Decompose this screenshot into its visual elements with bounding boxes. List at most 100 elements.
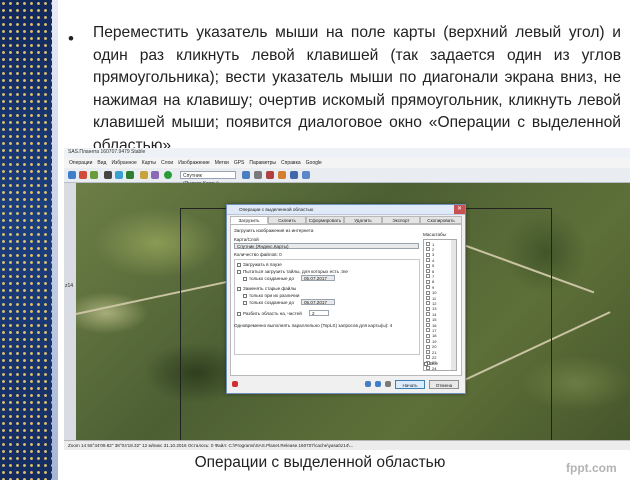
zoom-checkbox[interactable] bbox=[426, 247, 430, 252]
map-type-icon[interactable] bbox=[164, 171, 172, 179]
zoom-checkbox[interactable] bbox=[426, 269, 430, 273]
menu-item[interactable]: Метки bbox=[215, 160, 229, 166]
cancel-button[interactable]: Отмена bbox=[429, 380, 459, 389]
zoom-label: 2 bbox=[432, 246, 435, 252]
menu-item[interactable]: Изображение bbox=[178, 160, 210, 166]
gps-icon[interactable] bbox=[126, 171, 134, 179]
zoom-checkbox[interactable] bbox=[426, 290, 430, 295]
select-all-checkbox[interactable] bbox=[424, 362, 428, 366]
if-different-checkbox[interactable] bbox=[243, 294, 247, 298]
only-created-2-checkbox[interactable] bbox=[243, 301, 247, 305]
zoom-checkbox[interactable] bbox=[426, 285, 430, 290]
layers-icon[interactable] bbox=[242, 171, 250, 179]
zoom-label: 22 bbox=[432, 354, 437, 360]
split-stepper[interactable]: 2 bbox=[309, 310, 329, 316]
save-icon[interactable] bbox=[140, 171, 148, 179]
menu-item[interactable]: Вид bbox=[97, 160, 106, 166]
navigation-icon[interactable] bbox=[302, 171, 310, 179]
save-icon[interactable] bbox=[375, 381, 381, 387]
tab-generate[interactable]: Сформировать bbox=[306, 216, 344, 224]
zoom-checkbox[interactable] bbox=[426, 317, 430, 322]
tab-delete[interactable]: Удалить bbox=[344, 216, 382, 224]
menu-item[interactable]: Google bbox=[306, 160, 322, 166]
tab-stitch[interactable]: Склеить bbox=[268, 216, 306, 224]
zoom-label: 5 bbox=[432, 263, 435, 269]
instruction-text: Переместить указатель мыши на поле карты… bbox=[93, 24, 621, 154]
zoom-checkbox[interactable] bbox=[426, 323, 430, 327]
tab-copy[interactable]: Скопировать bbox=[420, 216, 462, 224]
app-screenshot: SAS.Планета 160707.9479 Stable Операции В… bbox=[64, 148, 630, 450]
zoom-checkbox[interactable] bbox=[426, 263, 430, 268]
zoom-checkbox[interactable] bbox=[426, 350, 430, 354]
status-bar: Zoom 14 56°34'09.82" 38°04'18.32" 12 м/п… bbox=[64, 440, 630, 450]
date-picker-1[interactable]: 05.07.2017 bbox=[301, 275, 335, 281]
move-icon[interactable] bbox=[68, 171, 76, 179]
dot-pattern bbox=[0, 0, 58, 480]
zoom-label: 3 bbox=[432, 252, 435, 258]
zoom-checkbox[interactable] bbox=[426, 355, 430, 360]
tab-export[interactable]: Экспорт bbox=[382, 216, 420, 224]
dialog-footer: Начать Отмена bbox=[227, 376, 465, 393]
zoom-icon[interactable] bbox=[104, 171, 112, 179]
zoom-list[interactable]: 1 2 3 4 5 6 7 8 9 10 11 12 13 14 15 16 17 18 19 20 21 22 23 24 bbox=[423, 239, 457, 371]
retry-checkbox[interactable] bbox=[237, 270, 241, 274]
globe-icon[interactable] bbox=[115, 171, 123, 179]
split-checkbox[interactable] bbox=[237, 312, 241, 316]
zoom-checkbox[interactable] bbox=[426, 366, 430, 371]
zoom-checkbox[interactable] bbox=[426, 328, 430, 333]
load-label: Загрузить изображения из интернета bbox=[234, 228, 314, 233]
cursor-icon[interactable] bbox=[290, 171, 298, 179]
zoom-checkbox[interactable] bbox=[426, 344, 430, 349]
ruler-icon[interactable] bbox=[79, 171, 87, 179]
zoom-checkbox[interactable] bbox=[426, 242, 430, 246]
zoom-checkbox[interactable] bbox=[426, 279, 430, 284]
menu-item[interactable]: Слои bbox=[161, 160, 173, 166]
replace-checkbox[interactable] bbox=[237, 287, 241, 291]
split-label: Разбить область на, частей bbox=[243, 311, 302, 316]
menu-item[interactable]: Справка bbox=[281, 160, 301, 166]
zoom-label: 11 bbox=[432, 295, 437, 301]
zoom-checkbox[interactable] bbox=[426, 258, 430, 263]
menu-item[interactable]: Карты bbox=[142, 160, 156, 166]
zoom-label: 8 bbox=[432, 279, 435, 285]
zoom-checkbox[interactable] bbox=[426, 339, 430, 344]
zoom-checkbox[interactable] bbox=[426, 333, 430, 338]
open-icon[interactable] bbox=[385, 381, 391, 387]
map-layer-select[interactable]: Спутник (Яндекс.Карты) bbox=[234, 243, 419, 249]
menu-item[interactable]: GPS bbox=[234, 160, 245, 166]
mark-icon[interactable] bbox=[151, 171, 159, 179]
zoom-checkbox[interactable] bbox=[426, 296, 430, 300]
zoom-label: 24 bbox=[432, 365, 437, 371]
zoom-list-scrollbar[interactable] bbox=[451, 240, 456, 370]
zooms-label: Масштабы bbox=[423, 232, 446, 237]
zoom-checkbox[interactable] bbox=[426, 306, 430, 311]
zoom-checkbox[interactable] bbox=[426, 274, 430, 279]
lock-icon[interactable] bbox=[278, 171, 286, 179]
polygon-icon[interactable] bbox=[90, 171, 98, 179]
menu-item[interactable]: Избранное bbox=[111, 160, 136, 166]
tiles-count-label: Количество файлов: 0 bbox=[234, 252, 282, 257]
selection-operations-dialog: Операции с выделенной областью ✕ Загрузи… bbox=[226, 204, 466, 394]
menu-item[interactable]: Операции bbox=[69, 160, 92, 166]
dialog-titlebar: Операции с выделенной областью ✕ bbox=[227, 205, 465, 215]
search-icon[interactable] bbox=[266, 171, 274, 179]
tab-load[interactable]: Загрузить bbox=[230, 216, 268, 224]
zoom-checkbox[interactable] bbox=[426, 301, 430, 306]
menu-item[interactable]: Параметры bbox=[249, 160, 276, 166]
map-source-select[interactable]: Спутник (Яндекс.Карты) bbox=[180, 171, 236, 187]
date-picker-2[interactable]: 05.07.2017 bbox=[301, 299, 335, 305]
start-button[interactable]: Начать bbox=[395, 380, 425, 389]
zoom-label: 16 bbox=[432, 322, 437, 328]
zoom-label: 4 bbox=[432, 257, 435, 263]
pause-checkbox[interactable] bbox=[237, 263, 241, 267]
close-icon[interactable]: ✕ bbox=[454, 205, 465, 214]
zoom-checkbox[interactable] bbox=[426, 312, 430, 317]
decorative-strip bbox=[0, 0, 58, 480]
zoom-checkbox[interactable] bbox=[426, 252, 430, 257]
only-created-checkbox[interactable] bbox=[243, 277, 247, 281]
grid-icon[interactable] bbox=[254, 171, 262, 179]
link-icon[interactable] bbox=[365, 381, 371, 387]
pin-icon[interactable] bbox=[232, 381, 238, 387]
replace-label: Заменять старые файлы bbox=[243, 286, 297, 291]
dialog-title: Операции с выделенной областью bbox=[239, 207, 314, 212]
